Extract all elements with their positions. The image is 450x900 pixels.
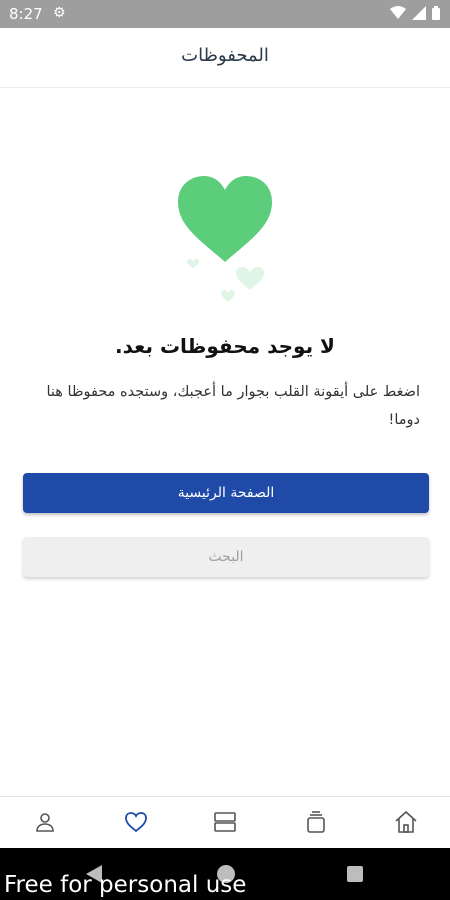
wifi-icon: [390, 6, 406, 19]
signal-icon: [412, 6, 426, 20]
large-heart-icon: [178, 176, 272, 262]
nav-list[interactable]: [210, 807, 240, 837]
settings-gear-icon: ⚙: [53, 5, 66, 21]
status-time: 8:27: [9, 5, 43, 23]
watermark-text: Free for personal use: [4, 872, 247, 898]
status-bar: 8:27 ⚙: [0, 0, 450, 28]
small-heart-icon: [236, 267, 264, 290]
small-heart-icon: [221, 290, 235, 302]
hearts-illustration: [178, 176, 272, 302]
empty-state-description: اضغط على أيقونة القلب بجوار ما أعجبك، وس…: [46, 384, 420, 428]
home-icon: [395, 810, 417, 833]
user-icon: [36, 813, 54, 832]
nav-favorites[interactable]: [121, 807, 151, 837]
empty-state-title: لا يوجد محفوظات بعد.: [115, 334, 335, 358]
nav-profile[interactable]: [30, 807, 60, 837]
bottom-nav: [0, 796, 450, 848]
recents-icon[interactable]: [347, 866, 363, 882]
heart-icon: [125, 812, 147, 833]
battery-icon: [432, 6, 440, 20]
nav-home[interactable]: [391, 807, 421, 837]
small-heart-icon: [187, 259, 199, 268]
home-page-button[interactable]: الصفحة الرئيسية: [23, 473, 429, 513]
stack-icon: [307, 811, 325, 833]
list-icon: [214, 812, 236, 832]
search-button[interactable]: البحث: [23, 537, 429, 577]
nav-stack[interactable]: [301, 807, 331, 837]
status-icons: [390, 6, 440, 20]
page-title: المحفوظات: [181, 45, 269, 66]
app-header: المحفوظات: [0, 28, 450, 88]
